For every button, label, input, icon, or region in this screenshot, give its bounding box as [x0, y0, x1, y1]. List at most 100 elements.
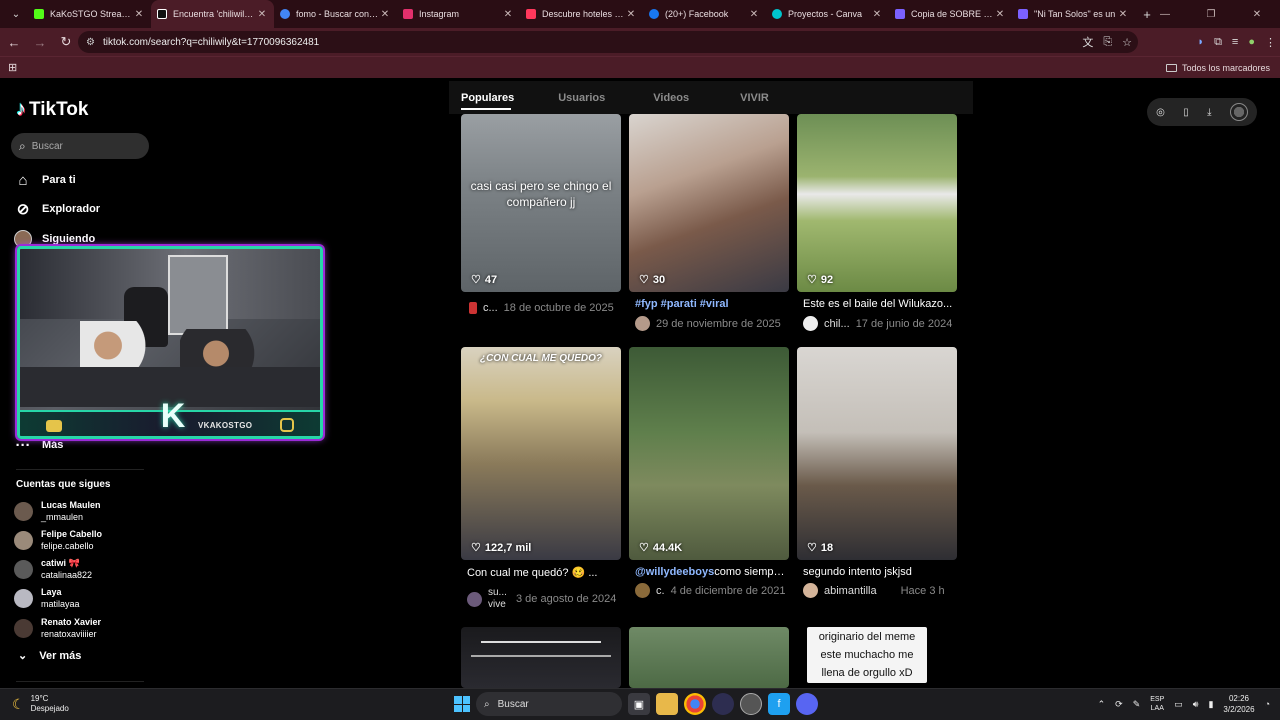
profile-icon[interactable]: ● [1248, 36, 1255, 48]
minimize-icon[interactable]: — [1142, 9, 1188, 20]
steam-icon[interactable] [740, 693, 762, 715]
maximize-icon[interactable]: ❐ [1188, 9, 1234, 20]
forward-icon[interactable]: → [28, 35, 52, 50]
close-tab-icon[interactable]: ✕ [256, 9, 268, 20]
tiktok-logo[interactable]: ♪ TikTok [16, 98, 88, 121]
close-window-icon[interactable]: ✕ [1234, 9, 1280, 20]
close-tab-icon[interactable]: ✕ [625, 9, 637, 20]
weather-widget[interactable]: ☾ 19°C Despejado [12, 694, 69, 714]
back-icon[interactable]: ← [2, 35, 26, 50]
author-name[interactable]: chil... [824, 318, 850, 330]
browser-tab[interactable]: KaKoSTGO Stream - Y✕ [28, 0, 151, 28]
all-bookmarks[interactable]: Todos los marcadores [1165, 63, 1270, 73]
profile-avatar-icon[interactable] [1229, 103, 1248, 121]
hashtags[interactable]: #fyp #parati #viral [635, 298, 729, 310]
taskbar-search[interactable]: ⌕ Buscar [476, 692, 622, 716]
obs-icon[interactable] [712, 693, 734, 715]
task-view-icon[interactable]: ▣ [628, 693, 650, 715]
close-tab-icon[interactable]: ✕ [502, 9, 514, 20]
toolbar-extensions: ◗ ⧉ ≡ ● ⋮ [1197, 28, 1276, 56]
tab-usuarios[interactable]: Usuarios [558, 92, 605, 104]
clock-time: 02:26 [1228, 694, 1249, 703]
pen-icon[interactable]: ✎ [1133, 699, 1141, 710]
chevron-up-icon[interactable]: ⌃ [1098, 699, 1106, 710]
browser-menu-icon[interactable]: ⋮ [1265, 36, 1276, 49]
avatar [635, 316, 650, 331]
video-thumbnail[interactable]: ♡ 92 [797, 114, 957, 292]
apps-grid-icon[interactable]: ⊞ [8, 61, 17, 74]
coins-icon[interactable]: ◎ [1156, 107, 1165, 118]
close-tab-icon[interactable]: ✕ [871, 9, 883, 20]
close-tab-icon[interactable]: ✕ [1117, 9, 1129, 20]
phone-icon[interactable]: ▯ [1183, 107, 1189, 118]
video-thumbnail[interactable]: casi casi pero se chingo el compañero jj… [461, 114, 621, 292]
author-name[interactable]: su... vive [488, 587, 510, 611]
language-indicator[interactable]: ESP LAA [1150, 695, 1164, 713]
close-tab-icon[interactable]: ✕ [133, 9, 145, 20]
browser-tab[interactable]: Copia de SOBRE - Pre ✕ [889, 0, 1012, 28]
reading-list-icon[interactable]: ≡ [1232, 36, 1238, 48]
close-tab-icon[interactable]: ✕ [379, 9, 391, 20]
following-account[interactable]: Laya matilayaa [14, 586, 80, 610]
following-account[interactable]: catiwi 🎀 catalinaa822 [14, 557, 92, 581]
video-thumbnail[interactable]: ¿CON CUAL ME QUEDO? ♡ 122,7 mil [461, 347, 621, 560]
tab-search-icon[interactable]: ⌄ [4, 4, 28, 24]
browser-tab[interactable]: Descubre hoteles y al ✕ [520, 0, 643, 28]
author-name[interactable]: c... [483, 302, 498, 314]
tab-populares[interactable]: Populares [461, 92, 514, 104]
browser-toolbar: ← → ↻ ⚙ tiktok.com/search?q=chiliwily&t=… [0, 28, 1280, 56]
extensions-puzzle-icon[interactable]: ⧉ [1214, 36, 1222, 49]
browser-tab[interactable]: Instagram ✕ [397, 0, 520, 28]
tab-videos[interactable]: Videos [653, 92, 689, 104]
close-tab-icon[interactable]: ✕ [994, 9, 1006, 20]
install-app-icon[interactable]: ⎘ [1103, 36, 1112, 49]
extension-icon[interactable]: ◗ [1197, 36, 1204, 48]
video-thumbnail[interactable]: ♡ 30 [629, 114, 789, 292]
facebook-app-icon[interactable]: f [768, 693, 790, 715]
nav-explorador[interactable]: ⊘ Explorador [14, 200, 100, 218]
translate-icon[interactable]: 文 [1082, 34, 1093, 50]
browser-tab[interactable]: (20+) Facebook ✕ [643, 0, 766, 28]
account-handle: _mmaulen [41, 512, 84, 522]
author-name[interactable]: abimantilla [824, 585, 877, 597]
video-thumbnail[interactable]: ♡ 44.4K [629, 347, 789, 560]
download-icon[interactable]: ⤓ [1207, 107, 1211, 118]
browser-tab[interactable]: fomo - Buscar con Go ✕ [274, 0, 397, 28]
following-account[interactable]: Renato Xavier renatoxaviiiier [14, 616, 101, 640]
notifications-icon[interactable]: ◔ [1265, 699, 1270, 709]
video-thumbnail[interactable] [629, 627, 789, 688]
discord-icon[interactable] [796, 693, 818, 715]
video-thumbnail[interactable]: originario del meme este muchacho me lle… [797, 627, 957, 688]
bookmark-star-icon[interactable]: ☆ [1122, 36, 1132, 49]
reload-icon[interactable]: ↻ [54, 34, 78, 50]
video-thumbnail[interactable]: ♡ 18 [797, 347, 957, 560]
file-explorer-icon[interactable] [656, 693, 678, 715]
thumbnail-text: originario del meme este muchacho me lle… [807, 627, 927, 683]
site-info-icon[interactable]: ⚙ [86, 37, 95, 48]
clock[interactable]: 02:26 3/2/2026 [1223, 693, 1254, 715]
battery-icon[interactable]: ▮ [1208, 699, 1213, 710]
close-tab-icon[interactable]: ✕ [748, 9, 760, 20]
see-more-button[interactable]: ⌄ Ver más [18, 649, 81, 663]
address-bar[interactable]: ⚙ tiktok.com/search?q=chiliwily&t=177009… [78, 31, 1138, 53]
monitor-icon[interactable]: ▭ [1174, 699, 1183, 710]
tab-vivir[interactable]: VIVIR [740, 92, 769, 104]
video-thumbnail[interactable] [461, 627, 621, 688]
taskbar-search-label: Buscar [497, 698, 529, 710]
following-account[interactable]: Felipe Cabello felipe.cabello [14, 528, 102, 552]
chrome-icon[interactable] [684, 693, 706, 715]
kick-favicon-icon [34, 9, 44, 19]
following-account[interactable]: Lucas Maulen _mmaulen [14, 499, 101, 523]
browser-tab[interactable]: "Ni Tan Solos" es un ✕ [1012, 0, 1135, 28]
author-name[interactable]: c. [656, 585, 665, 597]
search-input[interactable]: ⌕ Buscar [11, 133, 149, 159]
mention[interactable]: @willydeeboys [635, 566, 714, 578]
browser-tab[interactable]: Proyectos - Canva ✕ [766, 0, 889, 28]
sync-icon[interactable]: ⟳ [1115, 699, 1123, 710]
tab-title: fomo - Buscar con Go [296, 9, 379, 19]
heart-icon: ♡ [471, 274, 481, 286]
volume-icon[interactable]: 🔊︎ [1193, 699, 1199, 710]
browser-tab-active[interactable]: Encuentra 'chiliwily' e ✕ [151, 0, 274, 28]
windows-start-icon[interactable] [454, 696, 470, 712]
nav-para-ti[interactable]: ⌂ Para ti [14, 171, 75, 189]
